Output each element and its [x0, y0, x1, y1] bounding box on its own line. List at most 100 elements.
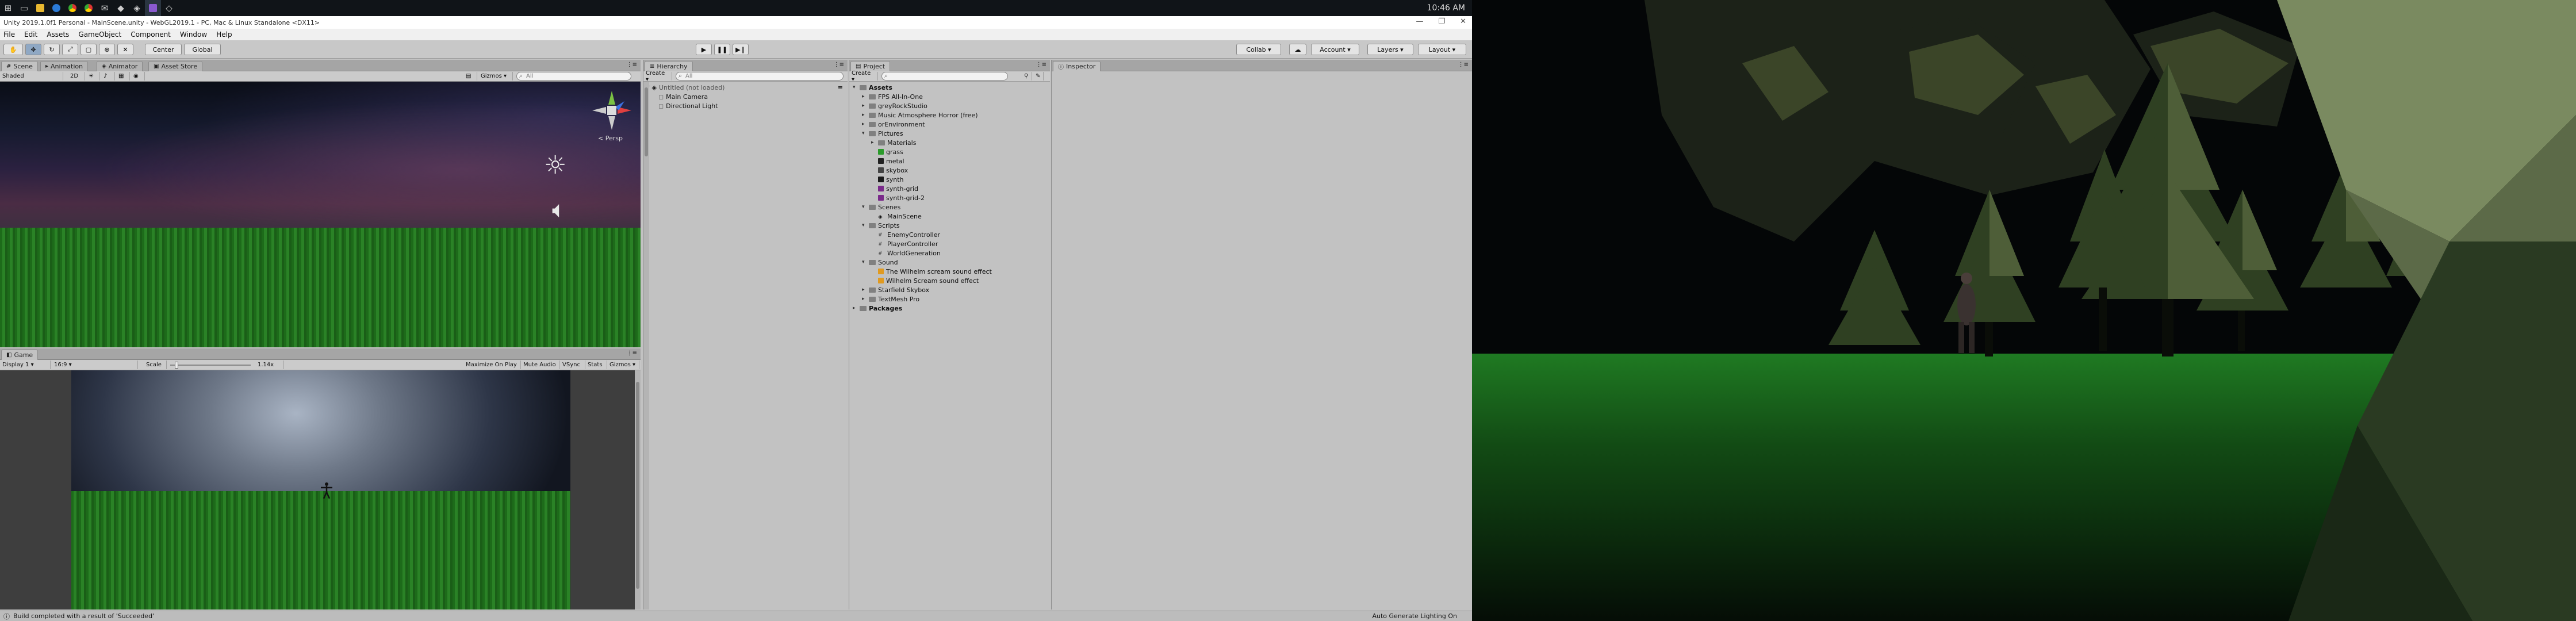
lighting-icon[interactable]: ☀ — [86, 72, 100, 80]
tab-animator[interactable]: ◈ Animator — [97, 61, 143, 71]
account-dropdown[interactable]: Account ▾ — [1311, 44, 1359, 55]
game-gizmos-dropdown[interactable]: Gizmos ▾ — [607, 361, 639, 369]
display-dropdown[interactable]: Display 1 ▾ — [0, 361, 51, 369]
hierarchy-item[interactable]: ◻ Directional Light — [643, 101, 848, 110]
2d-toggle[interactable]: 2D — [68, 72, 85, 80]
rotate-tool-icon[interactable]: ↻ — [44, 44, 60, 55]
hierarchy-side-scroll-thumb[interactable] — [645, 87, 648, 156]
project-item[interactable]: synth-grid-2 — [849, 193, 1050, 202]
hierarchy-create-button[interactable]: Create ▾ — [643, 70, 672, 83]
hierarchy-side-scroll[interactable] — [643, 82, 649, 610]
shading-dropdown[interactable]: Shaded — [0, 72, 63, 80]
project-create-button[interactable]: Create ▾ — [849, 70, 878, 83]
visual-studio-icon[interactable] — [145, 0, 161, 16]
file-explorer-icon[interactable] — [32, 0, 48, 16]
mute-audio-toggle[interactable]: Mute Audio — [521, 361, 560, 369]
project-item[interactable]: ▸ greyRockStudio — [849, 101, 1050, 110]
rect-tool-icon[interactable]: ▢ — [80, 44, 97, 55]
project-item[interactable]: ◈ MainScene — [849, 212, 1050, 221]
vsync-toggle[interactable]: VSync — [560, 361, 585, 369]
chrome-icon[interactable] — [64, 0, 80, 16]
scale-tool-icon[interactable]: ⤢ — [62, 44, 78, 55]
project-item[interactable]: ▾ Sound — [849, 258, 1050, 267]
maximize-on-play-toggle[interactable]: Maximize On Play — [463, 361, 521, 369]
fold-closed-icon[interactable]: ▸ — [862, 94, 865, 99]
menu-assets[interactable]: Assets — [47, 30, 69, 39]
gizmos-dropdown[interactable]: Gizmos ▾ — [478, 72, 513, 80]
fold-closed-icon[interactable]: ▸ — [862, 103, 865, 109]
fold-closed-icon[interactable]: ▸ — [853, 305, 856, 311]
audio-icon[interactable]: ♪ — [101, 72, 115, 80]
project-item[interactable]: ▾ Assets — [849, 83, 1050, 92]
close-icon[interactable]: ✕ — [1460, 17, 1466, 26]
menu-help[interactable]: Help — [216, 30, 232, 39]
project-item[interactable]: # PlayerController — [849, 239, 1050, 248]
hand-tool-icon[interactable]: ✋ — [3, 44, 23, 55]
unity-hub-icon[interactable]: ◇ — [161, 0, 177, 16]
filter-type-icon[interactable]: ⚲ — [1022, 72, 1032, 80]
scene-menu-icon[interactable]: ≡ — [838, 84, 843, 91]
project-item[interactable]: skybox — [849, 166, 1050, 175]
collab-button[interactable]: Collab ▾ — [1236, 44, 1281, 55]
step-icon[interactable]: ▶❙ — [733, 44, 749, 55]
tab-game[interactable]: ◧ Game — [1, 350, 39, 360]
maximize-icon[interactable]: ❐ — [1438, 17, 1445, 26]
hierarchy-scene-row[interactable]: ▾ ◈ Untitled (not loaded) ≡ — [643, 83, 848, 92]
project-item[interactable]: # WorldGeneration — [849, 248, 1050, 258]
panel-menu-icon[interactable]: ⋮≡ — [834, 62, 844, 68]
game-scroll-thumb[interactable] — [636, 382, 639, 589]
fold-closed-icon[interactable]: ▸ — [862, 112, 865, 118]
project-item[interactable]: metal — [849, 156, 1050, 166]
fold-open-icon[interactable]: ▾ — [862, 131, 865, 136]
tab-animation[interactable]: ▸ Animation — [40, 61, 89, 71]
chrome-icon[interactable] — [80, 0, 97, 16]
directional-light-icon[interactable]: ☼ — [544, 151, 566, 180]
menu-file[interactable]: File — [3, 30, 15, 39]
project-item[interactable]: ▸ Packages — [849, 304, 1050, 313]
fold-closed-icon[interactable]: ▸ — [862, 287, 865, 293]
pivot-center-button[interactable]: Center — [145, 44, 182, 55]
fold-closed-icon[interactable]: ▸ — [862, 296, 865, 302]
fold-closed-icon[interactable]: ▸ — [862, 121, 865, 127]
project-item[interactable]: ▾ Scenes — [849, 202, 1050, 212]
task-view-icon[interactable]: ▭ — [16, 0, 32, 16]
scene-search-input[interactable]: All — [516, 72, 631, 80]
play-icon[interactable]: ▶ — [696, 44, 712, 55]
global-local-button[interactable]: Global — [184, 44, 221, 55]
fold-open-icon[interactable]: ▾ — [853, 85, 856, 90]
menu-window[interactable]: Window — [180, 30, 207, 39]
project-item[interactable]: ▸ Materials — [849, 138, 1050, 147]
project-item[interactable]: ▸ Starfield Skybox — [849, 285, 1050, 294]
panel-menu-icon[interactable]: ⋮≡ — [1036, 62, 1046, 68]
scale-slider[interactable] — [170, 362, 251, 369]
project-item[interactable]: # EnemyController — [849, 230, 1050, 239]
filter-label-icon[interactable]: ✎ — [1033, 72, 1044, 80]
windows-start-icon[interactable]: ⊞ — [0, 0, 16, 16]
scene-gizmo[interactable] — [590, 89, 634, 132]
hierarchy-item[interactable]: ◻ Main Camera — [643, 92, 848, 101]
panel-menu-icon[interactable]: ⋮≡ — [627, 350, 637, 356]
mail-icon[interactable]: ✉ — [97, 0, 113, 16]
panel-menu-icon[interactable]: ⋮≡ — [627, 62, 637, 68]
project-item[interactable]: Wilhelm Scream sound effect — [849, 276, 1050, 285]
scene-viewport[interactable]: ☼ 🔈︎ < Persp — [0, 82, 641, 347]
pause-icon[interactable]: ❚❚ — [714, 44, 730, 55]
transform-tool-icon[interactable]: ⊕ — [99, 44, 115, 55]
audio-source-icon[interactable]: 🔈︎ — [552, 197, 566, 223]
menu-component[interactable]: Component — [131, 30, 171, 39]
move-tool-icon[interactable]: ✥ — [25, 44, 41, 55]
stats-toggle[interactable]: Stats — [585, 361, 607, 369]
project-item[interactable]: ▸ TextMesh Pro — [849, 294, 1050, 304]
project-item[interactable]: ▸ orEnvironment — [849, 120, 1050, 129]
project-item[interactable]: grass — [849, 147, 1050, 156]
game-scrollbar[interactable] — [635, 370, 641, 610]
fold-open-icon[interactable]: ▾ — [862, 223, 865, 228]
custom-tool-icon[interactable]: ✕ — [117, 44, 133, 55]
game-viewport[interactable] — [71, 370, 570, 610]
menu-edit[interactable]: Edit — [24, 30, 37, 39]
app-icon[interactable]: ◆ — [113, 0, 129, 16]
minimize-icon[interactable]: — — [1416, 17, 1423, 26]
cloud-icon[interactable]: ☁ — [1289, 44, 1306, 55]
tab-asset-store[interactable]: ▣ Asset Store — [148, 61, 203, 71]
layers-dropdown[interactable]: Layers ▾ — [1367, 44, 1413, 55]
